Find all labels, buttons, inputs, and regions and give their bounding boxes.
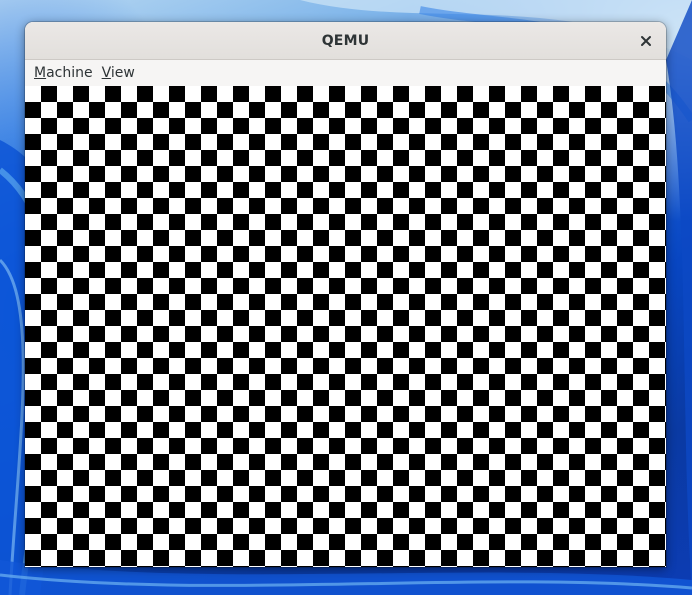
close-icon xyxy=(641,36,651,46)
menu-view[interactable]: View xyxy=(101,65,143,81)
close-button[interactable] xyxy=(636,31,656,51)
qemu-window: QEMU Machine View xyxy=(25,22,666,567)
menu-bar: Machine View xyxy=(25,60,666,87)
menu-machine-mnemonic: M xyxy=(34,65,47,81)
menu-machine-label: achine xyxy=(46,65,93,81)
vm-display[interactable] xyxy=(25,86,666,567)
title-bar[interactable]: QEMU xyxy=(25,22,666,60)
window-title: QEMU xyxy=(321,32,370,49)
menu-machine[interactable]: Machine xyxy=(33,65,101,81)
menu-view-mnemonic: V xyxy=(101,65,111,81)
menu-view-label: iew xyxy=(110,65,135,81)
